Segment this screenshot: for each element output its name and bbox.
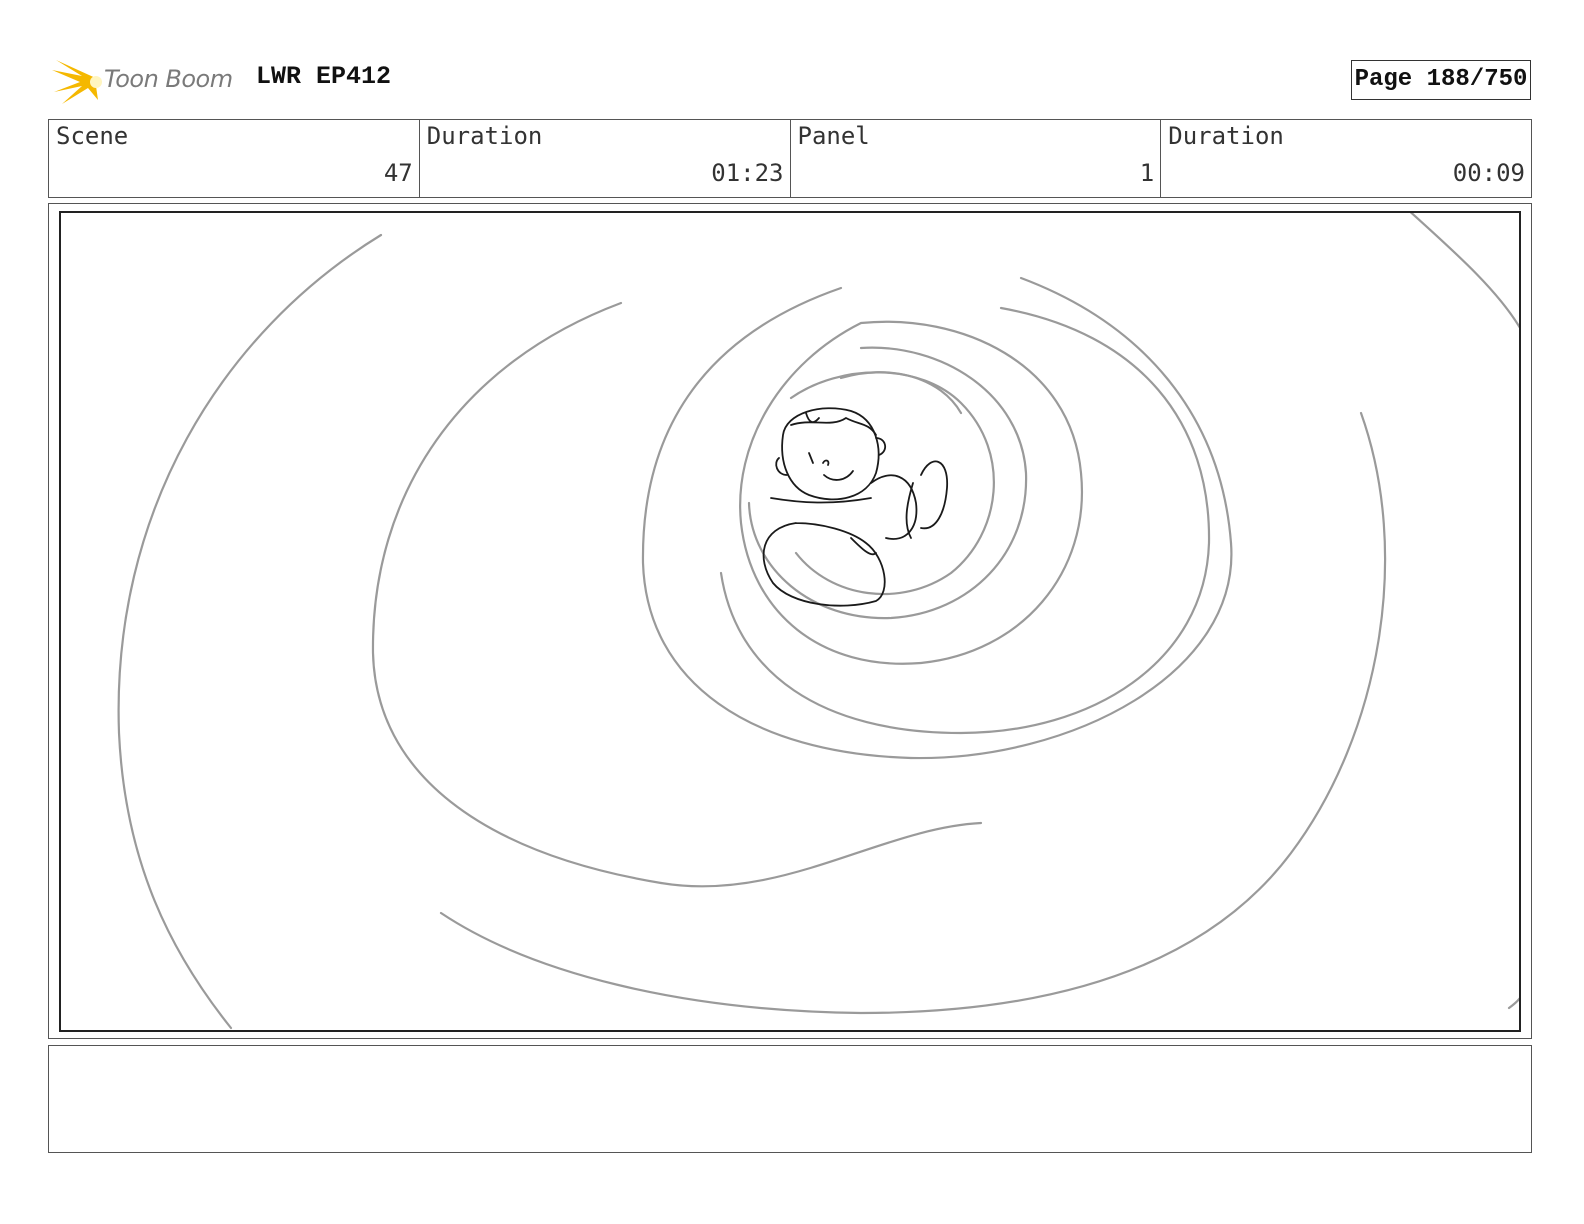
character-sketch: [762, 407, 948, 607]
scene-label: Scene: [56, 122, 129, 150]
logo-text: Toon Boom: [104, 65, 233, 93]
storyboard-panel-image: [59, 211, 1521, 1032]
panel-duration-cell: Duration 00:09: [1160, 120, 1531, 197]
scene-duration-label: Duration: [426, 122, 543, 150]
toon-boom-logo: Toon Boom: [52, 56, 242, 106]
project-title: LWR EP412: [256, 62, 392, 91]
scene-value: 47: [383, 159, 413, 187]
panel-cell: Panel 1: [789, 120, 1161, 197]
sketch-drawing: [117, 213, 1519, 1030]
notes-area: [48, 1045, 1532, 1153]
panel-value: 1: [1139, 159, 1155, 187]
scene-cell: Scene 47: [49, 120, 419, 197]
panel-duration-label: Duration: [1168, 122, 1284, 150]
panel-info-table: Scene 47 Duration 01:23 Panel 1 Duration…: [48, 119, 1532, 198]
burst-icon: [52, 60, 102, 104]
panel-duration-value: 00:09: [1452, 159, 1525, 187]
scene-duration-value: 01:23: [711, 159, 784, 187]
page-indicator: Page 188/750: [1351, 60, 1531, 100]
scene-duration-cell: Duration 01:23: [418, 120, 790, 197]
panel-label: Panel: [797, 122, 870, 150]
swirl-tunnel-lines: [117, 213, 1519, 1030]
